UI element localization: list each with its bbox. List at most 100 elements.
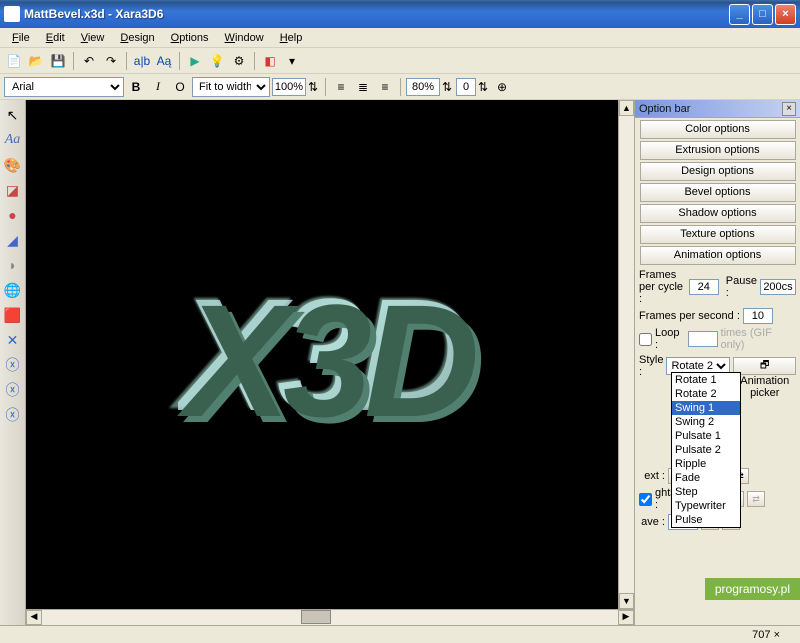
gear-icon[interactable]: ⚙ — [229, 51, 249, 71]
scroll-up-icon[interactable]: ▲ — [619, 100, 634, 116]
option-animation-options[interactable]: Animation options — [640, 246, 796, 265]
style-option-pulsate-1[interactable]: Pulsate 1 — [672, 429, 740, 443]
italic-button[interactable]: I — [148, 77, 168, 97]
style-option-swing-1[interactable]: Swing 1 — [672, 401, 740, 415]
open-button[interactable]: 📂 — [26, 51, 46, 71]
menu-view[interactable]: View — [73, 30, 113, 46]
align-button[interactable]: a|b — [132, 51, 152, 71]
apply-icon[interactable]: ⊕ — [492, 77, 512, 97]
redo-button[interactable]: ↷ — [101, 51, 121, 71]
separator — [254, 52, 255, 70]
bevel-icon[interactable]: ◢ — [2, 229, 24, 251]
option-bar-title: Option bar × — [635, 100, 800, 118]
close-button[interactable]: × — [775, 4, 796, 25]
text-tool-icon[interactable]: Aa — [2, 129, 24, 151]
toolbar-main: 📄 📂 💾 ↶ ↷ a|b Aą ▶ 💡 ⚙ ◧ ▾ — [0, 48, 800, 74]
horizontal-scrollbar[interactable]: ◀ ▶ — [26, 609, 634, 625]
scroll-down-icon[interactable]: ▼ — [619, 593, 634, 609]
style-option-step[interactable]: Step — [672, 485, 740, 499]
option-shadow-options[interactable]: Shadow options — [640, 204, 796, 223]
vertical-scrollbar[interactable]: ▲ ▼ — [618, 100, 634, 609]
scroll-track[interactable] — [619, 116, 634, 593]
red-cube-icon[interactable]: 🟥 — [2, 304, 24, 326]
statusbar: 707 × — [0, 625, 800, 643]
minimize-button[interactable]: _ — [729, 4, 750, 25]
align-center-button[interactable]: ≣ — [353, 77, 373, 97]
palette-icon[interactable]: 🎨 — [2, 154, 24, 176]
fps-label: Frames per second : — [639, 310, 740, 322]
menu-edit[interactable]: Edit — [38, 30, 73, 46]
style-option-swing-2[interactable]: Swing 2 — [672, 415, 740, 429]
cube-icon[interactable]: ◧ — [260, 51, 280, 71]
style-option-pulsate-2[interactable]: Pulsate 2 — [672, 443, 740, 457]
menu-options[interactable]: Options — [163, 30, 217, 46]
option-texture-options[interactable]: Texture options — [640, 225, 796, 244]
style-label: Style : — [639, 354, 663, 378]
play-button[interactable]: ▶ — [185, 51, 205, 71]
save-button[interactable]: 💾 — [48, 51, 68, 71]
toolbar-text: Arial B I O Fit to width ⇅ ≡ ≣ ≡ ⇅ ⇅ ⊕ — [0, 74, 800, 100]
sphere-icon[interactable]: ● — [2, 204, 24, 226]
zoom-input[interactable] — [272, 78, 306, 96]
pause-input[interactable] — [760, 279, 796, 295]
shadow-icon[interactable]: ◗ — [2, 254, 24, 276]
align-right-button[interactable]: ≡ — [375, 77, 395, 97]
option-design-options[interactable]: Design options — [640, 162, 796, 181]
style-option-ripple[interactable]: Ripple — [672, 457, 740, 471]
circle-x2-icon[interactable]: ⓧ — [2, 379, 24, 401]
menu-help[interactable]: Help — [272, 30, 311, 46]
style-option-typewriter[interactable]: Typewriter — [672, 499, 740, 513]
cube-tool-icon[interactable]: ◪ — [2, 179, 24, 201]
style-dropdown[interactable]: Rotate 1Rotate 2Swing 1Swing 2Pulsate 1P… — [671, 372, 741, 528]
frames-per-second-input[interactable] — [743, 308, 773, 324]
bulb-button[interactable]: 💡 — [207, 51, 227, 71]
font-select[interactable]: Arial — [4, 77, 124, 97]
kerning-spin-icon[interactable]: ⇅ — [476, 77, 490, 97]
circle-x3-icon[interactable]: ⓧ — [2, 404, 24, 426]
option-bar-panel: Option bar × Color options Extrusion opti… — [634, 100, 800, 625]
option-extrusion-options[interactable]: Extrusion options — [640, 141, 796, 160]
x-logo-icon[interactable]: ✕ — [2, 329, 24, 351]
frames-per-cycle-input[interactable] — [689, 279, 719, 295]
circle-x-icon[interactable]: ⓧ — [2, 354, 24, 376]
style-option-rotate-1[interactable]: Rotate 1 — [672, 373, 740, 387]
animation-picker-button[interactable]: 🗗 Animation picker — [733, 357, 796, 375]
scroll-left-icon[interactable]: ◀ — [26, 610, 42, 625]
text-button[interactable]: Aą — [154, 51, 174, 71]
menu-design[interactable]: Design — [112, 30, 162, 46]
spacing-input[interactable] — [406, 78, 440, 96]
left-toolbar: ↖ Aa 🎨 ◪ ● ◢ ◗ 🌐 🟥 ✕ ⓧ ⓧ ⓧ — [0, 100, 26, 625]
new-button[interactable]: 📄 — [4, 51, 24, 71]
canvas[interactable]: X3D — [26, 100, 618, 609]
kerning-input[interactable] — [456, 78, 476, 96]
loop-checkbox[interactable] — [639, 333, 652, 346]
option-bevel-options[interactable]: Bevel options — [640, 183, 796, 202]
titlebar: MattBevel.x3d - Xara3D6 _ □ × — [0, 0, 800, 28]
front-only-checkbox[interactable] — [639, 493, 652, 506]
wave-label: ave : — [639, 516, 665, 528]
spacing-spin-icon[interactable]: ⇅ — [440, 77, 454, 97]
scroll-right-icon[interactable]: ▶ — [618, 610, 634, 625]
scroll-track[interactable] — [42, 610, 618, 625]
menu-file[interactable]: File — [4, 30, 38, 46]
zoom-spin-icon[interactable]: ⇅ — [306, 77, 320, 97]
scroll-thumb[interactable] — [301, 610, 331, 624]
dropdown-icon[interactable]: ▾ — [282, 51, 302, 71]
align-left-button[interactable]: ≡ — [331, 77, 351, 97]
style-option-rotate-2[interactable]: Rotate 2 — [672, 387, 740, 401]
style-option-pulse[interactable]: Pulse — [672, 513, 740, 527]
cursor-icon[interactable]: ↖ — [2, 104, 24, 126]
close-panel-button[interactable]: × — [782, 102, 796, 116]
maximize-button[interactable]: □ — [752, 4, 773, 25]
bold-button[interactable]: B — [126, 77, 146, 97]
menu-window[interactable]: Window — [217, 30, 272, 46]
style-option-fade[interactable]: Fade — [672, 471, 740, 485]
globe-icon[interactable]: 🌐 — [2, 279, 24, 301]
canvas-3d-text: X3D — [178, 263, 465, 447]
fit-select[interactable]: Fit to width — [192, 77, 270, 97]
option-color-options[interactable]: Color options — [640, 120, 796, 139]
outline-button[interactable]: O — [170, 77, 190, 97]
loop-hint: times (GIF only) — [721, 327, 796, 351]
undo-button[interactable]: ↶ — [79, 51, 99, 71]
separator — [73, 52, 74, 70]
